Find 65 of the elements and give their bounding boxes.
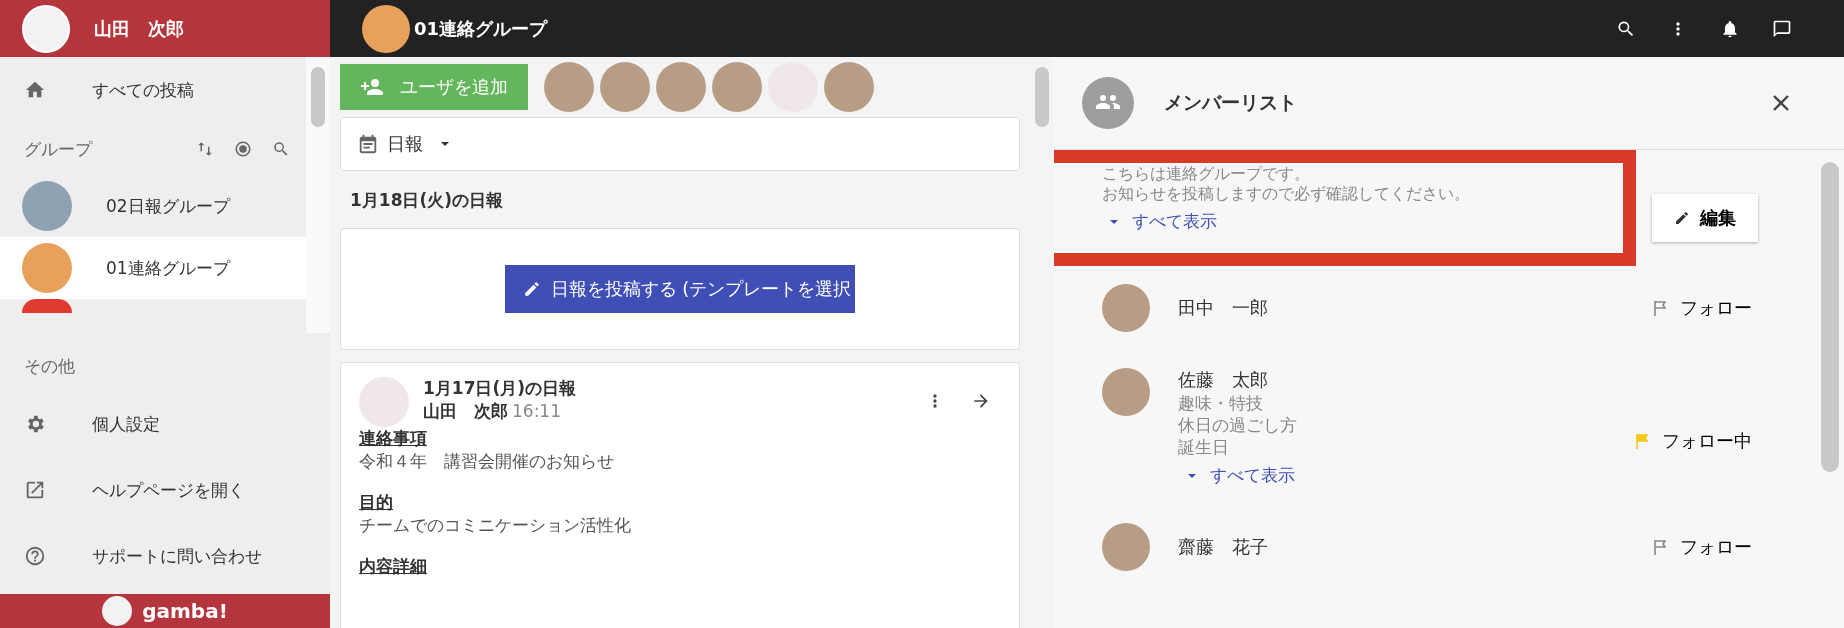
pencil-icon <box>522 280 541 298</box>
group-icon <box>1082 77 1134 129</box>
nav-item[interactable]: ヘルプページを開く <box>92 478 245 502</box>
pencil-icon <box>1674 210 1690 226</box>
show-all-link[interactable]: すべて表示 <box>1178 458 1295 487</box>
group-title: 01連絡グループ <box>414 16 548 41</box>
caret-icon <box>1188 473 1196 478</box>
section-heading: 連絡事項 <box>359 427 427 450</box>
section-text: チームでのコミニケーション活性化 <box>359 514 632 537</box>
date-heading: 1月18日(火)の日報 <box>349 189 505 212</box>
group-name: 02日報グループ <box>106 194 230 218</box>
follow-button[interactable]: フォロー <box>1648 534 1758 560</box>
nav-item[interactable]: サポートに問い合わせ <box>92 544 262 568</box>
section-text: 令和４年 講習会開催のお知らせ <box>359 450 615 473</box>
filter-label: 日報 <box>387 132 423 156</box>
help-icon <box>24 545 46 567</box>
section-title: その他 <box>24 354 75 378</box>
section-heading: 目的 <box>359 491 393 514</box>
section-title: グループ <box>24 137 94 161</box>
scrollbar-thumb[interactable] <box>1821 162 1839 472</box>
follow-button[interactable]: フォロー <box>1648 295 1758 321</box>
sort-icon[interactable] <box>196 140 214 158</box>
section-heading: 内容詳細 <box>359 555 427 578</box>
logo-avatar <box>102 596 133 626</box>
nav-item[interactable]: すべての投稿 <box>92 78 194 102</box>
member-avatar <box>1102 368 1150 416</box>
caret-icon <box>439 140 451 148</box>
bell-icon[interactable] <box>1720 18 1740 39</box>
group-avatar <box>22 181 72 231</box>
post-report-button[interactable]: 日報を投稿する (テンプレートを選択 <box>504 265 856 313</box>
profile-fields: 趣味・特技 休日の過ごし方 誕生日 <box>1178 392 1602 458</box>
group-description: こちらは連絡グループです。 お知らせを投稿しますので必ず確認してください。 <box>1102 164 1471 204</box>
scrollbar-thumb[interactable] <box>1035 67 1049 127</box>
chat-icon[interactable] <box>1772 18 1792 39</box>
member-name: 田中 一郎 <box>1178 296 1269 320</box>
author-name: 山田 次郎 <box>423 401 508 421</box>
group-avatar <box>22 299 72 313</box>
caret-icon <box>1110 219 1118 224</box>
member-avatar <box>1102 523 1150 571</box>
nav-item[interactable]: 個人設定 <box>92 412 160 436</box>
member-name: 齋藤 花子 <box>1178 535 1269 559</box>
group-avatar <box>362 4 410 53</box>
member-name: 佐藤 太郎 <box>1178 368 1269 392</box>
post-title: 1月17日(月)の日報 <box>423 377 578 400</box>
member-avatar <box>1102 284 1150 332</box>
logo: gamba! <box>142 599 228 623</box>
target-icon[interactable] <box>234 140 252 158</box>
user-name: 山田 次郎 <box>94 16 184 41</box>
user-avatar[interactable] <box>22 4 70 53</box>
author-avatar <box>359 377 409 427</box>
group-item[interactable]: 01連絡グループ <box>0 237 306 299</box>
group-name: 01連絡グループ <box>106 256 230 280</box>
panel-title: メンバーリスト <box>1164 90 1298 115</box>
close-icon[interactable] <box>1772 94 1790 112</box>
group-item[interactable]: 02日報グループ <box>0 175 306 237</box>
external-link-icon <box>24 479 46 501</box>
edit-button[interactable]: 編集 <box>1652 194 1758 242</box>
show-all-link[interactable]: すべて表示 <box>1102 204 1217 233</box>
post-time: 16:11 <box>512 401 561 421</box>
add-person-icon <box>360 77 384 97</box>
calendar-icon <box>357 133 379 155</box>
group-avatar <box>22 243 72 293</box>
filter-dropdown[interactable]: 日報 <box>340 117 1020 171</box>
follow-button[interactable]: フォロー中 <box>1630 428 1758 454</box>
scrollbar-thumb[interactable] <box>311 67 325 127</box>
